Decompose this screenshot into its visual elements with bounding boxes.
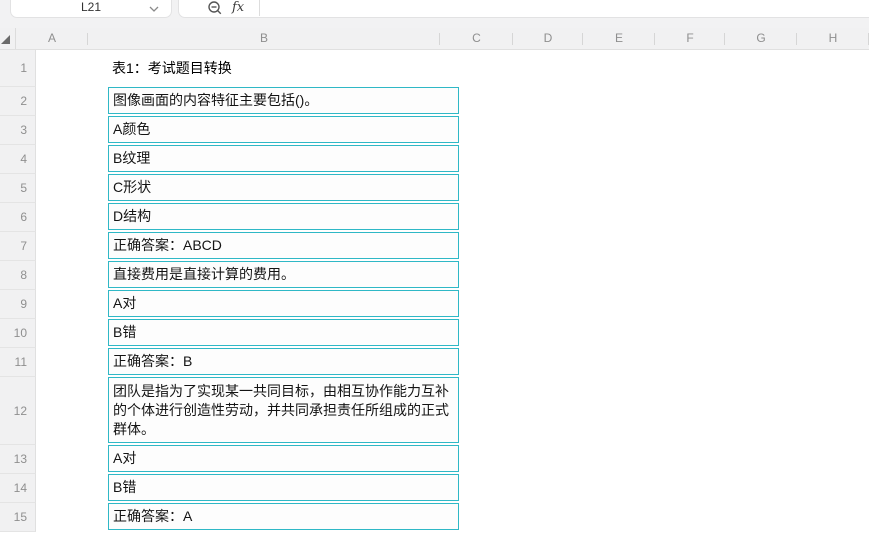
column-header-e[interactable]: E: [583, 28, 655, 49]
formula-bar: fx: [178, 0, 869, 18]
spreadsheet-app: L21 fx A B C D E F G H 1 2 3 4 5 6 7 8 9…: [0, 0, 869, 534]
column-header-row: A B C D E F G H: [0, 28, 869, 50]
cell-b3[interactable]: A颜色: [108, 116, 459, 143]
cell-text: 团队是指为了实现某一共同目标，由相互协作能力互补的个体进行创造性劳动，并共同承担…: [113, 382, 449, 437]
cell-text: A颜色: [113, 121, 151, 137]
cell-b15[interactable]: 正确答案：A: [108, 503, 459, 530]
cell-reference-value: L21: [80, 0, 102, 14]
cell-b2[interactable]: 图像画面的内容特征主要包括()。: [108, 87, 459, 114]
cell-text: B纹理: [113, 150, 151, 166]
cell-b13[interactable]: A对: [108, 445, 459, 472]
cell-text: 直接费用是直接计算的费用。: [113, 266, 295, 282]
cell-b9[interactable]: A对: [108, 290, 459, 317]
select-all-triangle-icon: [1, 35, 10, 44]
cell-text: A对: [113, 295, 137, 311]
cell-text: C形状: [113, 179, 152, 195]
cell-b11[interactable]: 正确答案：B: [108, 348, 459, 375]
row-header-2[interactable]: 2: [0, 87, 36, 116]
row-header-12[interactable]: 12: [0, 377, 36, 445]
row-header-1[interactable]: 1: [0, 50, 36, 87]
cell-text: A对: [113, 450, 137, 466]
cell-text: B错: [113, 324, 137, 340]
row-header-15[interactable]: 15: [0, 503, 36, 532]
row-header-14[interactable]: 14: [0, 474, 36, 503]
cell-b7[interactable]: 正确答案：ABCD: [108, 232, 459, 259]
column-header-d[interactable]: D: [513, 28, 583, 49]
row-header-9[interactable]: 9: [0, 290, 36, 319]
cell-b8[interactable]: 直接费用是直接计算的费用。: [108, 261, 459, 288]
row-header-11[interactable]: 11: [0, 348, 36, 377]
row-header-5[interactable]: 5: [0, 174, 36, 203]
cell-b14[interactable]: B错: [108, 474, 459, 501]
column-header-b[interactable]: B: [88, 28, 440, 49]
zoom-out-icon[interactable]: [207, 0, 223, 16]
sheet-title-cell[interactable]: 表1：考试题目转换: [112, 50, 232, 87]
cell-b4[interactable]: B纹理: [108, 145, 459, 172]
row-header-3[interactable]: 3: [0, 116, 36, 145]
row-header-4[interactable]: 4: [0, 145, 36, 174]
column-header-h[interactable]: H: [797, 28, 869, 49]
row-header-13[interactable]: 13: [0, 445, 36, 474]
row-header-10[interactable]: 10: [0, 319, 36, 348]
column-header-g[interactable]: G: [725, 28, 797, 49]
cell-text: 图像画面的内容特征主要包括()。: [113, 92, 319, 108]
cell-text: 正确答案：B: [113, 353, 193, 369]
formula-bar-divider: [259, 0, 260, 16]
cell-b5[interactable]: C形状: [108, 174, 459, 201]
formula-toolbar: L21 fx: [0, 0, 869, 28]
column-header-f[interactable]: F: [655, 28, 725, 49]
select-all-corner[interactable]: [0, 28, 16, 49]
chevron-down-icon[interactable]: [149, 6, 159, 12]
cell-name-box[interactable]: L21: [10, 0, 172, 18]
cell-b12[interactable]: 团队是指为了实现某一共同目标，由相互协作能力互补的个体进行创造性劳动，并共同承担…: [108, 377, 459, 443]
cell-b6[interactable]: D结构: [108, 203, 459, 230]
row-header-6[interactable]: 6: [0, 203, 36, 232]
row-header-column: 1 2 3 4 5 6 7 8 9 10 11 12 13 14 15: [0, 50, 36, 532]
cell-text: 正确答案：ABCD: [113, 237, 222, 253]
cell-text: B错: [113, 479, 137, 495]
row-header-7[interactable]: 7: [0, 232, 36, 261]
cell-text: 正确答案：A: [113, 508, 193, 524]
question-table: 图像画面的内容特征主要包括()。 A颜色 B纹理 C形状 D结构 正确答案：AB…: [108, 87, 460, 532]
column-header-c[interactable]: C: [440, 28, 513, 49]
column-header-a[interactable]: A: [16, 28, 88, 49]
formula-input[interactable]: [263, 0, 869, 17]
cell-b10[interactable]: B错: [108, 319, 459, 346]
fx-icon[interactable]: fx: [232, 0, 244, 15]
row-header-8[interactable]: 8: [0, 261, 36, 290]
cell-text: D结构: [113, 208, 152, 224]
